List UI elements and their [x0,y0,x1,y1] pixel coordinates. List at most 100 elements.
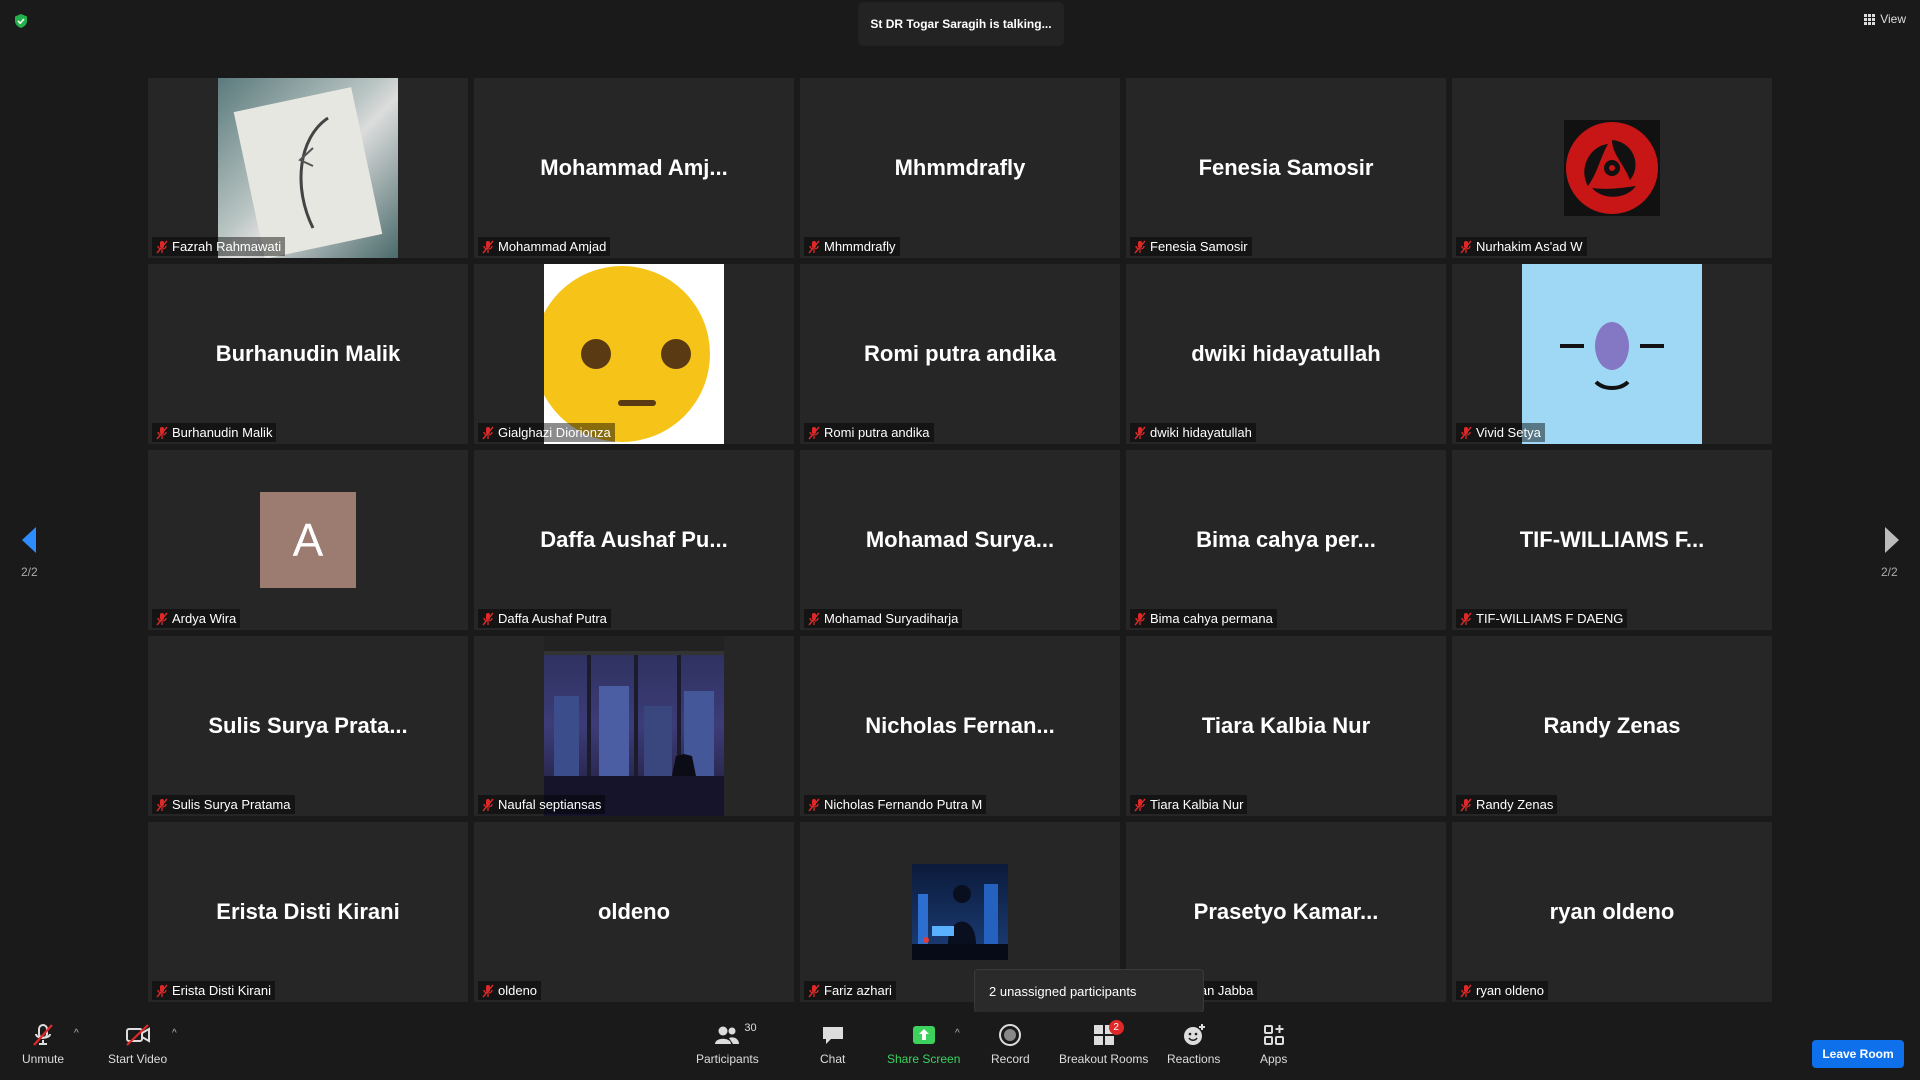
participant-name: Bima cahya permana [1150,611,1273,626]
microphone-muted-icon [1134,612,1146,625]
participant-name-label: Nurhakim As'ad W [1456,237,1587,256]
participant-tile[interactable]: dwiki hidayatullah dwiki hidayatullah [1126,264,1446,444]
participant-name: Naufal septiansas [498,797,602,812]
participant-tile[interactable]: Tiara Kalbia Nur Tiara Kalbia Nur [1126,636,1446,816]
view-label: View [1880,12,1906,26]
breakout-rooms-badge: 2 [1108,1020,1124,1035]
grid-view-icon [1864,13,1876,25]
microphone-muted-icon [808,612,820,625]
participant-tile[interactable]: Nurhakim As'ad W [1452,78,1772,258]
unassigned-participants-tooltip: 2 unassigned participants [974,969,1204,1013]
participant-tile[interactable]: Vivid Setya [1452,264,1772,444]
participant-tile[interactable]: Gialghazi Diorionza [474,264,794,444]
participant-name-label: dwiki hidayatullah [1130,423,1256,442]
audio-options-caret-icon[interactable]: ^ [74,1028,79,1039]
apps-label: Apps [1260,1052,1288,1066]
microphone-muted-icon [482,612,494,625]
microphone-muted-icon [156,426,168,439]
share-options-caret-icon[interactable]: ^ [955,1028,960,1039]
participant-tile[interactable]: Mhmmdrafly Mhmmdrafly [800,78,1120,258]
participant-name-label: Mohamad Suryadiharja [804,609,963,628]
participant-tile[interactable]: Fazrah Rahmawati [148,78,468,258]
participant-tile[interactable]: Mohamad Surya... Mohamad Suryadiharja [800,450,1120,630]
unmute-button[interactable]: Unmute [22,1022,64,1066]
breakout-rooms-button[interactable]: 2 Breakout Rooms [1059,1020,1148,1066]
participant-name: Nurhakim As'ad W [1476,239,1583,254]
participant-tile[interactable]: Romi putra andika Romi putra andika [800,264,1120,444]
microphone-muted-icon [1460,426,1472,439]
participant-display-name: Nicholas Fernan... [865,713,1055,738]
participant-tile[interactable]: ryan oldeno ryan oldeno [1452,822,1772,1002]
reactions-icon [1183,1024,1205,1045]
participant-tile[interactable]: Mohammad Amj... Mohammad Amjad [474,78,794,258]
participant-name: ryan oldeno [1476,983,1544,998]
sharingan-picture [1564,120,1660,216]
reactions-button[interactable]: Reactions [1167,1022,1220,1066]
anime-night-picture [912,864,1008,960]
participant-name-label: Nicholas Fernando Putra M [804,795,987,814]
microphone-muted-icon [156,984,168,997]
microphone-muted-icon [808,984,820,997]
video-options-caret-icon[interactable]: ^ [172,1028,177,1039]
microphone-muted-icon [1134,240,1146,253]
participant-display-name: Randy Zenas [1543,713,1681,738]
participant-name-label: Ardya Wira [152,609,241,628]
encryption-shield-icon[interactable] [13,13,29,29]
participant-tile[interactable]: Fenesia Samosir Fenesia Samosir [1126,78,1446,258]
microphone-muted-icon [482,984,494,997]
participant-display-name: Burhanudin Malik [215,341,401,366]
participants-label: Participants [696,1052,759,1066]
participant-tile[interactable]: Randy Zenas Randy Zenas [1452,636,1772,816]
microphone-muted-icon [482,426,494,439]
previous-page-arrow-icon[interactable] [20,525,38,555]
microphone-muted-icon [1460,984,1472,997]
view-button[interactable]: View [1864,12,1906,26]
participant-name: Daffa Aushaf Putra [498,611,607,626]
participant-tile[interactable]: Naufal septiansas [474,636,794,816]
participant-tile[interactable]: Daffa Aushaf Pu... Daffa Aushaf Putra [474,450,794,630]
participants-button[interactable]: 30 Participants [696,1022,759,1066]
next-page-arrow-icon[interactable] [1883,525,1901,555]
microphone-muted-icon [156,798,168,811]
start-video-button[interactable]: Start Video [108,1022,167,1066]
page-indicator-right: 2/2 [1881,565,1898,579]
sketch-portrait-picture [218,78,398,258]
meeting-toolbar: Unmute ^ Start Video ^ 30 Participants C… [0,1012,1920,1080]
apps-button[interactable]: Apps [1260,1022,1287,1066]
record-button[interactable]: Record [991,1022,1030,1066]
start-video-label: Start Video [108,1052,168,1066]
chat-button[interactable]: Chat [820,1022,845,1066]
participant-name: Ardya Wira [172,611,237,626]
participant-name-label: Gialghazi Diorionza [478,423,615,442]
participant-display-name: oldeno [597,899,671,924]
participant-tile[interactable]: Nicholas Fernan... Nicholas Fernando Putr… [800,636,1120,816]
participant-name-label: Sulis Surya Pratama [152,795,295,814]
participant-tile[interactable]: Sulis Surya Prata... Sulis Surya Pratama [148,636,468,816]
participant-display-name: Fenesia Samosir [1198,155,1374,180]
participant-tile[interactable]: A Ardya Wira [148,450,468,630]
leave-room-button[interactable]: Leave Room [1812,1040,1904,1068]
reactions-label: Reactions [1167,1052,1221,1066]
participant-name-label: Mohammad Amjad [478,237,611,256]
participant-tile[interactable]: oldeno oldeno [474,822,794,1002]
participant-name: TIF-WILLIAMS F DAENG [1476,611,1624,626]
participant-tile[interactable]: Erista Disti Kirani Erista Disti Kirani [148,822,468,1002]
participant-display-name: Erista Disti Kirani [216,899,400,924]
participant-name: Gialghazi Diorionza [498,425,611,440]
participant-tile[interactable]: Bima cahya per... Bima cahya permana [1126,450,1446,630]
participant-name-label: Fenesia Samosir [1130,237,1252,256]
participant-tile[interactable]: TIF-WILLIAMS F... TIF-WILLIAMS F DAENG [1452,450,1772,630]
participant-name: oldeno [498,983,538,998]
active-speaker-banner: St DR Togar Saragih is talking... [858,2,1064,46]
video-off-icon [125,1024,150,1046]
share-screen-button[interactable]: Share Screen [887,1022,960,1066]
participant-name-label: Mhmmdrafly [804,237,900,256]
participant-tile[interactable]: Burhanudin Malik Burhanudin Malik [148,264,468,444]
participant-display-name: Daffa Aushaf Pu... [540,527,728,552]
participant-name: Sulis Surya Pratama [172,797,291,812]
participant-name: Mhmmdrafly [824,239,896,254]
participant-name-label: Bima cahya permana [1130,609,1277,628]
participant-display-name: Tiara Kalbia Nur [1201,713,1371,738]
participant-display-name: TIF-WILLIAMS F... [1519,527,1705,552]
page-indicator-left: 2/2 [21,565,38,579]
